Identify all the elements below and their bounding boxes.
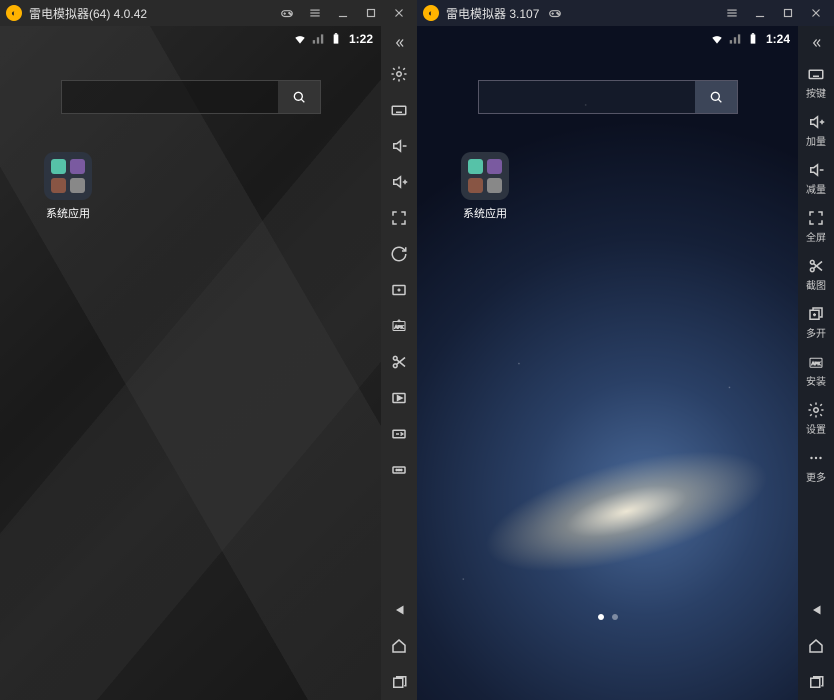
- collapse-button[interactable]: [381, 30, 417, 56]
- multi-icon[interactable]: 多开: [798, 296, 834, 344]
- operation-icon[interactable]: [381, 416, 417, 452]
- screenshot-icon[interactable]: 截图: [798, 248, 834, 296]
- minimize-button[interactable]: [748, 2, 772, 24]
- tasks-icon[interactable]: [798, 664, 834, 700]
- keymap-icon[interactable]: 按键: [798, 56, 834, 104]
- emulator-window-left: ◐ 雷电模拟器(64) 4.0.42 1:22 系统应用: [0, 0, 417, 700]
- toolbar-sidebar: 按键 加量 减量 全屏 截图 多开 APK安装 设置 更多: [798, 26, 834, 700]
- home-icon[interactable]: [798, 628, 834, 664]
- android-statusbar: 1:24: [417, 26, 798, 52]
- android-statusbar: 1:22: [0, 26, 381, 52]
- folder-label: 系统应用: [457, 205, 513, 221]
- page-indicator: [598, 614, 618, 620]
- folder-icon: [44, 152, 92, 200]
- emulator-window-right: ◐ 雷电模拟器 3.107 1:24 系统应用: [417, 0, 834, 700]
- search-button[interactable]: [695, 81, 737, 113]
- clock: 1:22: [349, 32, 373, 46]
- volume-up-icon[interactable]: 加量: [798, 104, 834, 152]
- fullscreen-icon[interactable]: [381, 200, 417, 236]
- settings-icon[interactable]: 设置: [798, 392, 834, 440]
- titlebar: ◐ 雷电模拟器(64) 4.0.42: [0, 0, 417, 26]
- menu-icon[interactable]: [720, 2, 744, 24]
- play-icon[interactable]: [381, 380, 417, 416]
- search-input[interactable]: [62, 81, 278, 113]
- volume-up-icon[interactable]: [381, 164, 417, 200]
- close-button[interactable]: [387, 2, 411, 24]
- titlebar: ◐ 雷电模拟器 3.107: [417, 0, 834, 26]
- tasks-icon[interactable]: [381, 664, 417, 700]
- folder-icon: [461, 152, 509, 200]
- window-title: 雷电模拟器(64) 4.0.42: [29, 5, 147, 22]
- volume-down-icon[interactable]: 减量: [798, 152, 834, 200]
- more-icon[interactable]: [381, 452, 417, 488]
- maximize-button[interactable]: [359, 2, 383, 24]
- apk-icon[interactable]: APK: [381, 308, 417, 344]
- search-bar[interactable]: [61, 80, 321, 114]
- battery-icon: [329, 32, 343, 46]
- volume-down-icon[interactable]: [381, 128, 417, 164]
- scissors-icon[interactable]: [381, 344, 417, 380]
- clock: 1:24: [766, 32, 790, 46]
- gamepad-icon[interactable]: [543, 2, 567, 24]
- window-title: 雷电模拟器 3.107: [446, 5, 539, 22]
- signal-icon: [311, 32, 325, 46]
- toolbar-sidebar: APK: [381, 26, 417, 700]
- search-input[interactable]: [479, 81, 695, 113]
- fullscreen-icon[interactable]: 全屏: [798, 200, 834, 248]
- system-apps-folder[interactable]: 系统应用: [40, 152, 96, 221]
- folder-label: 系统应用: [40, 205, 96, 221]
- back-icon[interactable]: [798, 592, 834, 628]
- wifi-icon: [293, 32, 307, 46]
- search-bar[interactable]: [478, 80, 738, 114]
- svg-text:APK: APK: [394, 324, 403, 329]
- more-icon[interactable]: 更多: [798, 440, 834, 488]
- emulator-screen[interactable]: 1:22 系统应用: [0, 26, 381, 700]
- menu-icon[interactable]: [303, 2, 327, 24]
- settings-icon[interactable]: [381, 56, 417, 92]
- app-logo-icon: ◐: [423, 5, 439, 21]
- back-icon[interactable]: [381, 592, 417, 628]
- minimize-button[interactable]: [331, 2, 355, 24]
- emulator-screen[interactable]: 1:24 系统应用: [417, 26, 798, 700]
- close-button[interactable]: [804, 2, 828, 24]
- signal-icon: [728, 32, 742, 46]
- gamepad-icon[interactable]: [275, 2, 299, 24]
- wifi-icon: [710, 32, 724, 46]
- collapse-button[interactable]: [798, 30, 834, 56]
- system-apps-folder[interactable]: 系统应用: [457, 152, 513, 221]
- search-button[interactable]: [278, 81, 320, 113]
- apk-icon[interactable]: APK安装: [798, 344, 834, 392]
- keyboard-icon[interactable]: [381, 92, 417, 128]
- screenshot-icon[interactable]: [381, 272, 417, 308]
- svg-text:APK: APK: [811, 361, 820, 366]
- home-icon[interactable]: [381, 628, 417, 664]
- rotate-icon[interactable]: [381, 236, 417, 272]
- maximize-button[interactable]: [776, 2, 800, 24]
- battery-icon: [746, 32, 760, 46]
- app-logo-icon: ◐: [6, 5, 22, 21]
